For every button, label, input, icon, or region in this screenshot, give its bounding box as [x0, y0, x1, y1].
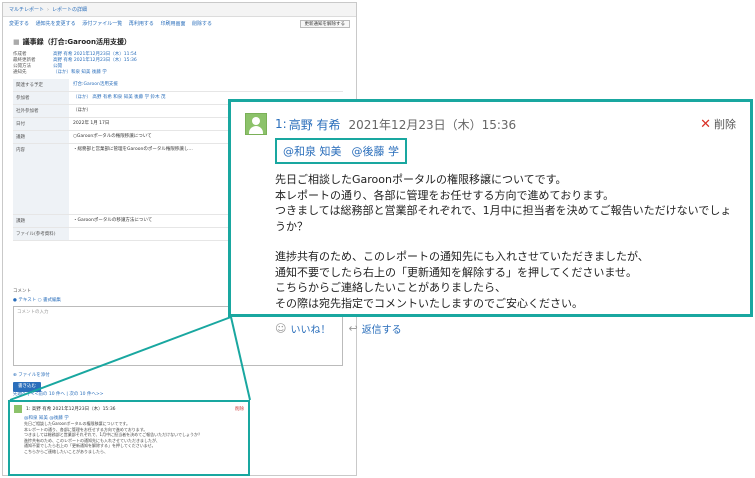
report-meta: 作成者 高野 有希 2021年12月23日（木）11:54 最終更新者 高野 有希 …	[3, 47, 356, 76]
comment-card: 1: 高野 有希 2021年12月23日（木）15:36 ✕ 削除 @和泉 知美…	[228, 99, 753, 336]
reply-label: 返信する	[361, 325, 402, 336]
reuse-button[interactable]: 再利用する	[129, 21, 154, 27]
attachments-button[interactable]: 添付ファイル一覧	[82, 21, 122, 27]
change-notify-button[interactable]: 通知先を変更する	[36, 21, 76, 27]
comment-timestamp: 2021年12月23日（木）15:36	[348, 117, 517, 132]
like-button[interactable]: ☺ いいね！	[275, 321, 330, 336]
breadcrumb: マルチレポート › レポートの詳細	[3, 3, 356, 17]
small-comment-head: 1: 高野 有希 2021年12月23日（木）15:36	[26, 407, 116, 412]
comment-actions: ☺ いいね！ ↩ 返信する	[275, 321, 736, 336]
meta-value: （ほか）和泉 知美 後藤 学	[53, 70, 107, 75]
avatar	[245, 113, 267, 135]
breadcrumb-item-detail: レポートの詳細	[52, 7, 88, 13]
small-comment-line: こちらからご連絡したいことがありましたら、	[24, 448, 108, 454]
comment-line: つきましては総務部と営業部それぞれで、1月中に担当者を決めてご報告いただけないで…	[275, 204, 732, 233]
related-schedule-link[interactable]: 打合:Garoon活用支援	[73, 82, 118, 87]
meta-key: 通知先	[13, 70, 27, 75]
comment-line: 通知不要でしたら右上の「更新通知を解除する」を押してくださいませ。	[275, 265, 638, 279]
breadcrumb-item-multireport[interactable]: マルチレポート	[9, 7, 44, 13]
comment-line: 本レポートの通り、各部に管理をお任せする方向で進めております。	[275, 188, 615, 202]
comment-line: こちらからご連絡したいことがありましたら、	[275, 281, 506, 294]
form-label: ファイル(参考資料)	[13, 228, 69, 240]
like-label: いいね！	[290, 325, 331, 336]
form-label: 社外参加者	[13, 105, 69, 117]
delete-label: 削除	[714, 118, 736, 131]
comment-line: 進捗共有のため、このレポートの通知先にも入れさせていただきましたが、	[275, 250, 649, 263]
attach-file-link[interactable]: ⊕ ファイルを添付	[13, 372, 343, 378]
edit-button[interactable]: 変更する	[9, 21, 29, 27]
report-toolbar: 変更する 通知先を変更する 添付ファイル一覧 再利用する 印刷用画面 削除する …	[3, 17, 356, 31]
report-title: ■ 議事録（打合:Garoon活用支援）	[3, 31, 356, 47]
comment-body: 先日ご相談したGaroonポータルの権限移譲についてです。 本レポートの通り、各…	[275, 172, 736, 311]
form-label: 日付	[13, 118, 69, 130]
comment-mentions: @和泉 知美 @後藤 学	[275, 138, 407, 164]
comment-pager[interactable]: 先頭へ | <<前の 10 件へ | 次の 10 件へ>>	[13, 391, 104, 397]
comment-line: その際は宛先指定でコメントいたしますのでご安心ください。	[275, 296, 583, 310]
mention-izumi[interactable]: @和泉 知美	[283, 143, 342, 159]
avatar	[14, 405, 22, 413]
small-delete-button[interactable]: 削除	[235, 406, 244, 412]
report-icon: ■	[13, 38, 20, 46]
comment-number: 1:	[275, 117, 287, 131]
print-button[interactable]: 印刷用画面	[160, 21, 185, 27]
form-label: 課題	[13, 215, 69, 227]
comment-line: 先日ご相談したGaroonポータルの権限移譲についてです。	[275, 173, 567, 186]
mention-goto[interactable]: @後藤 学	[352, 143, 400, 159]
reply-button[interactable]: ↩ 返信する	[348, 321, 401, 336]
comment-author[interactable]: 高野 有希	[289, 116, 341, 133]
form-label: 内容	[13, 144, 69, 214]
report-title-text: 議事録（打合:Garoon活用支援）	[22, 38, 131, 46]
delete-report-button[interactable]: 削除する	[192, 21, 212, 27]
delete-comment-button[interactable]: ✕ 削除	[700, 116, 736, 132]
participants-value[interactable]: （ほか） 高野 有希 和泉 知美 後藤 学 鈴木 茂	[73, 95, 165, 100]
close-icon: ✕	[700, 116, 711, 132]
small-comment-preview: 1: 高野 有希 2021年12月23日（木）15:36 削除 @和泉 知美 @…	[8, 400, 250, 476]
meta-value: 高野 有希 2021年12月23日（木）15:36	[53, 58, 137, 63]
form-label: 関連する予定	[13, 79, 69, 91]
form-label: 議題	[13, 131, 69, 143]
attach-label: ファイルを添付	[18, 373, 50, 378]
reply-arrow-icon: ↩	[348, 322, 358, 335]
smile-icon: ☺	[275, 322, 287, 335]
unsubscribe-button[interactable]: 更新通知を解除する	[299, 20, 350, 28]
form-label: 参加者	[13, 92, 69, 104]
